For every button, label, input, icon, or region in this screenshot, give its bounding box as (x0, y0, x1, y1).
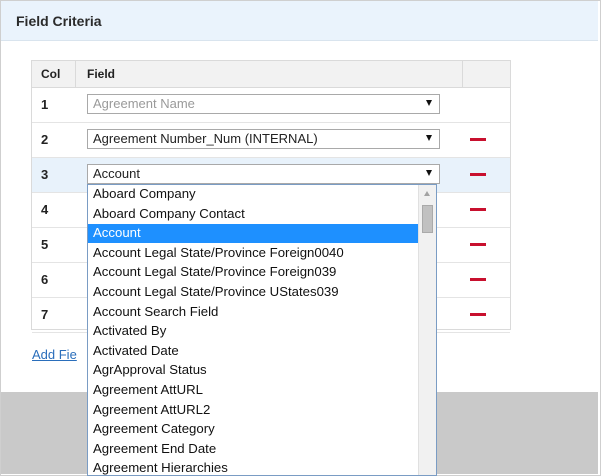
table-row: 1 Agreement Name (32, 88, 510, 123)
dropdown-option[interactable]: Agreement AttURL (88, 381, 418, 400)
column-divider (75, 61, 76, 87)
field-select[interactable]: Agreement Number_Num (INTERNAL) (87, 129, 440, 149)
dropdown-option-selected[interactable]: Account (88, 224, 418, 244)
caret-down-icon (426, 100, 432, 106)
row-number: 5 (41, 237, 49, 252)
dropdown-option[interactable]: Account Legal State/Province Foreign039 (88, 263, 418, 282)
minus-icon[interactable] (470, 313, 486, 316)
row-number: 6 (41, 272, 49, 287)
row-number: 4 (41, 202, 49, 217)
dropdown-scrollbar[interactable] (418, 185, 436, 475)
dropdown-option[interactable]: Agreement Hierarchies (88, 459, 418, 475)
grid-header: Col Field (32, 61, 510, 88)
dropdown-option[interactable]: Agreement End Date (88, 440, 418, 459)
dropdown-option[interactable]: Agreement AttURL2 (88, 401, 418, 420)
dropdown-option[interactable]: Aboard Company (88, 185, 418, 204)
add-field-link[interactable]: Add Fie (32, 347, 77, 362)
dropdown-option[interactable]: Account Search Field (88, 303, 418, 322)
field-select-value: Agreement Number_Num (INTERNAL) (93, 131, 318, 146)
minus-icon[interactable] (470, 173, 486, 176)
minus-icon[interactable] (470, 138, 486, 141)
minus-icon[interactable] (470, 278, 486, 281)
row-number: 1 (41, 97, 49, 112)
dropdown-option[interactable]: Agreement Category (88, 420, 418, 439)
dropdown-option[interactable]: AgrApproval Status (88, 361, 418, 380)
scrollbar-thumb[interactable] (422, 205, 433, 233)
row-number: 7 (41, 307, 49, 322)
col-header: Col (41, 67, 61, 81)
scroll-up-icon[interactable] (424, 191, 430, 196)
table-row: 2 Agreement Number_Num (INTERNAL) (32, 123, 510, 158)
dropdown-option[interactable]: Activated By (88, 322, 418, 341)
field-header: Field (87, 67, 116, 81)
field-select-value: Account (93, 166, 140, 181)
field-select[interactable]: Account (87, 164, 440, 184)
section-title: Field Criteria (16, 13, 102, 29)
row-number: 3 (41, 167, 49, 182)
minus-icon[interactable] (470, 208, 486, 211)
field-select-value: Agreement Name (93, 96, 195, 111)
field-dropdown-list[interactable]: Aboard Company Aboard Company Contact Ac… (87, 184, 437, 476)
section-header: Field Criteria (1, 1, 598, 41)
minus-icon[interactable] (470, 243, 486, 246)
dropdown-option[interactable]: Account Legal State/Province Foreign0040 (88, 244, 418, 263)
row-number: 2 (41, 132, 49, 147)
column-divider (462, 61, 463, 87)
dropdown-option[interactable]: Aboard Company Contact (88, 205, 418, 224)
dropdown-option[interactable]: Activated Date (88, 342, 418, 361)
caret-down-icon (426, 170, 432, 176)
dropdown-option[interactable]: Account Legal State/Province UStates039 (88, 283, 418, 302)
field-select[interactable]: Agreement Name (87, 94, 440, 114)
caret-down-icon (426, 135, 432, 141)
